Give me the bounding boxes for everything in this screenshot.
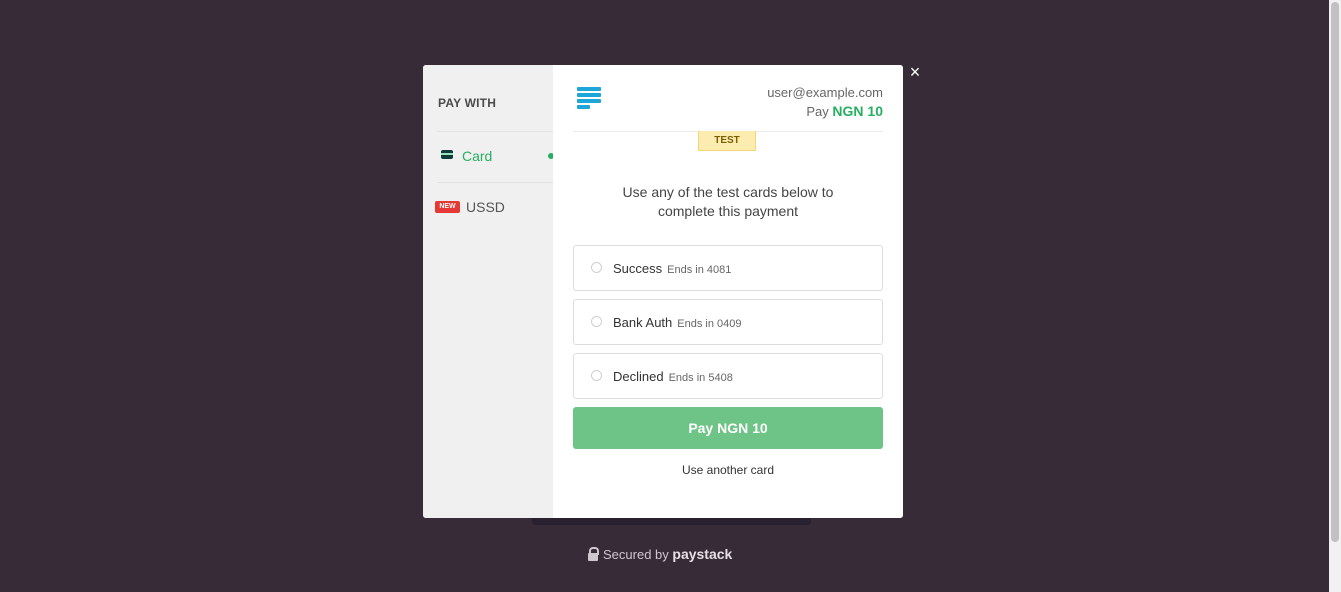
payment-methods-sidebar: PAY WITH Card NEW USSD <box>423 65 554 518</box>
test-card-bank-auth[interactable]: Bank Auth Ends in 0409 <box>573 299 883 345</box>
test-mode-badge: TEST <box>698 131 756 151</box>
payment-panel: user@example.com Pay NGN 10 TEST Use any… <box>553 65 903 518</box>
credit-card-icon <box>441 150 453 159</box>
radio-button[interactable] <box>591 262 602 273</box>
radio-button[interactable] <box>591 370 602 381</box>
use-another-card-link[interactable]: Use another card <box>553 463 903 477</box>
close-icon[interactable]: × <box>907 63 923 81</box>
radio-button[interactable] <box>591 316 602 327</box>
test-card-declined[interactable]: Declined Ends in 5408 <box>573 353 883 399</box>
method-card[interactable]: Card <box>423 141 554 171</box>
payment-modal: PAY WITH Card NEW USSD user@example.com … <box>423 65 903 518</box>
paystack-logo-icon <box>577 87 601 113</box>
pay-with-heading: PAY WITH <box>438 96 497 110</box>
pay-amount: Pay NGN 10 <box>806 103 883 119</box>
pay-prefix: Pay <box>806 104 829 119</box>
page-scrollbar[interactable] <box>1329 0 1341 592</box>
method-ussd-label: USSD <box>466 199 505 215</box>
secured-by-footer: Secured by paystack <box>588 546 732 562</box>
secured-by-text: Secured by <box>603 547 669 562</box>
scrollbar-thumb[interactable] <box>1331 2 1339 542</box>
customer-email: user@example.com <box>767 85 883 100</box>
card-ends: Ends in 4081 <box>667 264 732 276</box>
sidebar-divider <box>437 182 553 183</box>
card-ends: Ends in 5408 <box>668 372 733 384</box>
sidebar-divider <box>437 131 553 132</box>
amount-value: NGN 10 <box>832 103 883 119</box>
card-name: Success <box>613 261 663 276</box>
card-option-label: Success Ends in 4081 <box>613 261 731 276</box>
card-ends: Ends in 0409 <box>677 318 742 330</box>
card-name: Bank Auth <box>613 315 673 330</box>
paystack-brand: paystack <box>672 546 733 562</box>
card-option-label: Declined Ends in 5408 <box>613 369 733 384</box>
method-card-label: Card <box>462 148 493 164</box>
lock-icon <box>588 547 599 561</box>
new-badge: NEW <box>435 201 460 213</box>
card-option-label: Bank Auth Ends in 0409 <box>613 315 742 330</box>
card-name: Declined <box>613 369 664 384</box>
pay-button[interactable]: Pay NGN 10 <box>573 407 883 449</box>
method-ussd[interactable]: NEW USSD <box>423 191 553 221</box>
test-card-success[interactable]: Success Ends in 4081 <box>573 245 883 291</box>
modal-shadow <box>532 518 811 525</box>
instructions-text: Use any of the test cards below to compl… <box>622 184 834 219</box>
